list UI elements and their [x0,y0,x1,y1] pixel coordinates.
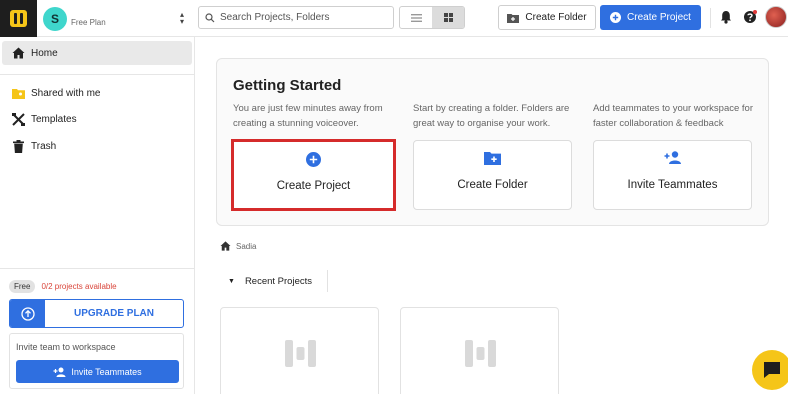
list-view-icon [410,13,422,22]
upgrade-plan-button[interactable]: UPGRADE PLAN [9,299,184,328]
invite-teammates-description: Add teammates to your workspace for fast… [593,103,753,129]
divider [327,270,328,292]
project-placeholder-icon [465,340,496,367]
chat-icon [764,362,780,378]
help-button[interactable] [743,10,757,29]
top-bar: S Free Plan ▴ ▾ Search Projects, Folders… [0,0,788,37]
list-view-button[interactable] [400,7,432,28]
add-person-icon [594,151,751,164]
search-input[interactable] [220,12,385,23]
recent-projects-toggle[interactable]: ▼ Recent Projects [228,276,312,287]
sidebar-item-label: Shared with me [31,87,101,99]
invite-teammates-card[interactable]: Invite Teammates [593,140,752,210]
invite-teammates-button[interactable]: Invite Teammates [16,360,179,383]
invite-title: Invite team to workspace [16,342,116,352]
create-project-label: Create Project [627,12,691,23]
divider [0,268,195,269]
project-placeholder-icon [285,340,316,367]
main-content: Getting Started You are just few minutes… [196,38,788,394]
create-project-card[interactable]: Create Project [231,139,396,211]
plan-usage: Free 0/2 projects available [9,280,117,293]
sidebar-item-trash[interactable]: Trash [2,134,192,158]
upgrade-arrow-icon [10,300,45,327]
home-icon [11,47,25,59]
sidebar-item-templates[interactable]: Templates [2,107,192,131]
divider [710,8,711,28]
breadcrumb: Sadia [220,241,256,251]
app-root: S Free Plan ▴ ▾ Search Projects, Folders… [0,0,788,394]
create-folder-card-label: Create Folder [457,179,528,191]
logo-icon [10,10,27,27]
sidebar-item-label: Trash [31,140,57,152]
folder-plus-icon [414,151,571,165]
workspace-switcher[interactable]: S Free Plan ▴ ▾ [37,0,194,37]
create-folder-card[interactable]: Create Folder [413,140,572,210]
plan-badge: Free [9,280,36,293]
trash-icon [11,139,25,153]
project-card[interactable] [220,307,379,394]
project-card[interactable] [400,307,559,394]
add-person-icon [53,367,66,377]
chat-support-button[interactable] [752,350,788,390]
sidebar-item-shared[interactable]: Shared with me [2,81,192,105]
create-folder-label: Create Folder [525,12,587,23]
upgrade-plan-label: UPGRADE PLAN [73,308,154,319]
breadcrumb-label[interactable]: Sadia [236,242,256,251]
recent-projects-heading: Recent Projects [244,276,312,287]
grid-view-button[interactable] [432,7,464,28]
sidebar-item-label: Templates [31,113,77,125]
sidebar-item-label: Home [31,47,58,59]
search-box[interactable] [198,6,394,29]
sidebar-item-home[interactable]: Home [2,41,192,65]
bell-icon[interactable] [720,10,732,24]
create-folder-button[interactable]: Create Folder [498,5,596,30]
search-icon [205,12,215,22]
getting-started-title: Getting Started [233,77,342,94]
workspace-plan: Free Plan [71,18,106,27]
help-icon [744,10,757,23]
user-avatar[interactable] [765,6,787,28]
chevron-up-down-icon: ▴ ▾ [179,10,184,26]
usage-text: 0/2 projects available [41,282,117,291]
plus-circle-icon [610,12,622,23]
view-toggle [399,6,465,29]
home-icon[interactable] [220,241,231,251]
divider [0,74,195,75]
app-logo[interactable] [0,0,37,37]
invite-teammates-label: Invite Teammates [71,366,142,377]
shared-folder-icon [11,88,25,99]
create-project-card-label: Create Project [276,180,351,192]
workspace-avatar: S [43,6,67,31]
folder-plus-icon [507,13,520,23]
invite-panel: Invite team to workspace Invite Teammate… [9,333,184,389]
sidebar: Home Shared with me Templates Trash Free… [0,37,195,394]
invite-teammates-card-label: Invite Teammates [627,179,718,191]
create-project-description: You are just few minutes away from creat… [233,103,383,129]
templates-icon [11,112,25,126]
grid-view-icon [443,13,453,22]
create-folder-description: Start by creating a folder. Folders are … [413,103,570,129]
getting-started-panel: Getting Started You are just few minutes… [216,58,769,226]
create-project-button[interactable]: Create Project [600,5,701,30]
caret-down-icon: ▼ [228,278,235,285]
plus-circle-icon [234,152,393,167]
